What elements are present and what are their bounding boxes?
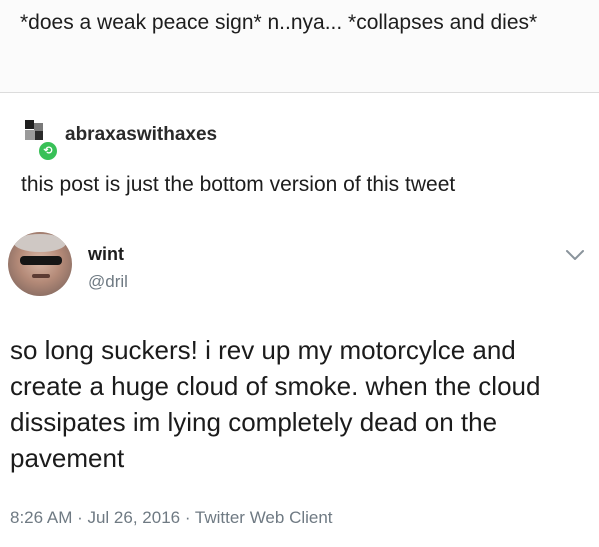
post-divider <box>0 92 599 93</box>
reblogger-username[interactable]: abraxaswithaxes <box>65 124 217 146</box>
avatar-hair <box>14 234 66 252</box>
tweet-author-avatar[interactable] <box>8 232 72 296</box>
previous-post-text: *does a weak peace sign* n..nya... *coll… <box>20 11 538 34</box>
tweet-author-handle[interactable]: @dril <box>88 272 128 292</box>
tweet-text: so long suckers! i rev up my motorcylce … <box>10 335 541 473</box>
avatar-mouth <box>32 274 50 278</box>
avatar-pixel <box>34 123 43 131</box>
avatar-pixel <box>35 131 43 140</box>
tweet-timestamp[interactable]: 8:26 AM · Jul 26, 2016 · Twitter Web Cli… <box>10 508 333 528</box>
reblog-icon: ⟲ <box>37 140 59 162</box>
avatar-sunglasses <box>20 256 62 265</box>
reblog-comment: this post is just the bottom version of … <box>21 173 456 196</box>
avatar-pixel <box>25 130 35 140</box>
tweet-author-name[interactable]: wint <box>88 244 124 265</box>
previous-post: *does a weak peace sign* n..nya... *coll… <box>0 0 599 92</box>
reblogger-header: ⟲ abraxaswithaxes <box>21 118 581 162</box>
chevron-down-icon[interactable] <box>564 247 586 263</box>
avatar-pixel <box>25 120 34 129</box>
